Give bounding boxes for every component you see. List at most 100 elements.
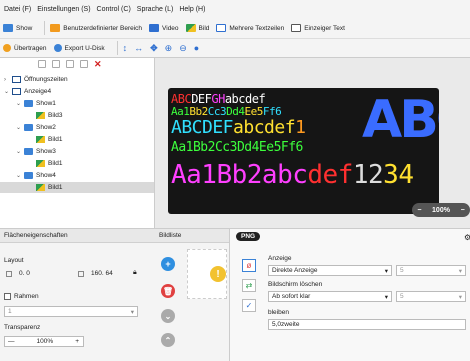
tree-item-show3[interactable]: ⌄ Show3 bbox=[16, 146, 56, 157]
collapse-icon[interactable]: ⌄ bbox=[16, 148, 24, 155]
led-screen[interactable]: ABCDEFGHabcdef Aa1Bb2Cc3Dd4Ee5Ff6 ABCDEF… bbox=[168, 88, 439, 214]
led-big-abc: ABC bbox=[362, 90, 439, 150]
move-icon[interactable]: ✥ bbox=[150, 43, 158, 54]
zoom-in-icon[interactable]: ⊕ bbox=[165, 43, 173, 54]
chevron-down-icon: ▾ bbox=[458, 267, 462, 275]
image-icon bbox=[36, 184, 45, 191]
expand-icon[interactable]: › bbox=[4, 77, 12, 83]
settings-icon[interactable]: ● bbox=[194, 43, 199, 53]
transfer-button[interactable]: Übertragen bbox=[3, 44, 47, 52]
menu-file[interactable]: Datei (F) bbox=[4, 6, 31, 13]
menu-settings[interactable]: Einstellungen (S) bbox=[37, 6, 90, 13]
tree-item-bild3[interactable]: Bild3 bbox=[36, 110, 62, 121]
menu-language[interactable]: Sprache (L) bbox=[137, 6, 174, 13]
tree-item-label: Bild3 bbox=[48, 112, 63, 119]
image-icon bbox=[36, 160, 45, 167]
tree-item-label: Anzeige4 bbox=[24, 88, 52, 95]
frame-checkbox[interactable] bbox=[4, 293, 11, 300]
frame-label: Rahmen bbox=[14, 293, 39, 300]
tree-item-label: Bild1 bbox=[48, 136, 63, 143]
speed-value: 5 bbox=[400, 293, 404, 300]
video-button[interactable]: Video bbox=[149, 24, 179, 32]
menu-help[interactable]: Help (H) bbox=[179, 6, 205, 13]
program-tree: ✕ › Öffnungszeiten ⌄ Anzeige4 ⌄ Show1 Bi… bbox=[0, 58, 155, 228]
anzeige-speed-dropdown[interactable]: 5 ▾ bbox=[396, 265, 466, 276]
collapse-icon[interactable]: ⌄ bbox=[16, 124, 24, 131]
menu-control[interactable]: Control (C) bbox=[97, 6, 131, 13]
size-field[interactable]: 160. 64 bbox=[88, 268, 128, 279]
settings-gear-icon[interactable]: ⚙ bbox=[464, 233, 470, 242]
image-icon bbox=[36, 112, 45, 119]
tree-item-label: Show1 bbox=[36, 100, 56, 107]
show-button[interactable]: Show bbox=[3, 24, 32, 32]
transparency-value: 100% bbox=[36, 338, 54, 345]
tree-item-show4[interactable]: ⌄ Show4 bbox=[16, 170, 56, 181]
copy-icon[interactable] bbox=[38, 60, 46, 68]
export-icon bbox=[53, 44, 62, 52]
clear-speed-dropdown[interactable]: 5 ▾ bbox=[396, 291, 466, 302]
transfer-label: Übertragen bbox=[14, 44, 47, 52]
tree-toolbar: ✕ bbox=[0, 58, 154, 70]
position-field[interactable]: 0. 0 bbox=[16, 268, 74, 279]
delete-image-button[interactable]: 🗑︎ bbox=[161, 284, 175, 298]
collapse-icon[interactable]: ⌄ bbox=[16, 172, 24, 179]
warning-icon: ! bbox=[210, 266, 226, 282]
delete-icon[interactable]: ✕ bbox=[94, 59, 102, 70]
image-slot[interactable]: ! bbox=[187, 249, 227, 299]
custom-area-button[interactable]: Benutzerdefinierter Bereich bbox=[50, 24, 142, 32]
move-down-icon[interactable] bbox=[80, 60, 88, 68]
layout-label: Layout bbox=[4, 257, 24, 264]
tree-item-label: Bild1 bbox=[48, 160, 63, 167]
check-all-icon[interactable]: ✓ bbox=[242, 299, 256, 312]
zoom-out-button[interactable]: − bbox=[417, 207, 421, 214]
tree-item-label: Show4 bbox=[36, 172, 56, 179]
tree-item-bild1[interactable]: Bild1 bbox=[36, 134, 62, 145]
plus-button[interactable]: + bbox=[75, 338, 79, 345]
area-properties-panel: Flächeneigenschaften Layout 0. 0 160. 64… bbox=[0, 228, 155, 361]
multi-text-button[interactable]: Mehrere Textzeilen bbox=[216, 24, 284, 32]
show-icon bbox=[24, 124, 33, 131]
anzeige-label: Anzeige bbox=[268, 255, 292, 262]
tree-item-show1[interactable]: ⌄ Show1 bbox=[16, 98, 56, 109]
bleiben-input[interactable]: 5,0zweite bbox=[268, 319, 466, 330]
shuffle-icon[interactable]: ⇄ bbox=[242, 279, 256, 292]
paste-icon[interactable] bbox=[52, 60, 60, 68]
lock-icon[interactable]: 🔒︎ bbox=[133, 269, 137, 277]
anzeige-dropdown[interactable]: Direkte Anzeige ▾ bbox=[268, 265, 392, 276]
move-down-button[interactable]: ⌄ bbox=[161, 309, 175, 323]
export-button[interactable]: Export U-Disk bbox=[53, 44, 105, 52]
custom-area-label: Benutzerdefinierter Bereich bbox=[63, 24, 143, 32]
bleiben-label: bleiben bbox=[268, 309, 289, 316]
zoom-out-icon[interactable]: ⊖ bbox=[179, 43, 187, 54]
single-text-icon bbox=[291, 24, 302, 32]
move-up-icon[interactable] bbox=[66, 60, 74, 68]
clear-screen-dropdown[interactable]: Ab sofort klar ▾ bbox=[268, 291, 392, 302]
tree-item-label: Bild1 bbox=[48, 184, 63, 191]
single-text-label: Einzeiger Text bbox=[304, 24, 345, 32]
align-horizontal-icon[interactable]: ↔ bbox=[134, 43, 143, 53]
tree-item-show2[interactable]: ⌄ Show2 bbox=[16, 122, 56, 133]
multiline-text-icon bbox=[216, 24, 227, 32]
show-icon bbox=[24, 100, 33, 107]
tree-item-bild1[interactable]: Bild1 bbox=[36, 158, 62, 169]
collapse-icon[interactable]: ⌄ bbox=[16, 100, 24, 107]
minus-button[interactable]: — bbox=[8, 338, 15, 345]
transfer-icon bbox=[3, 44, 11, 52]
collapse-icon[interactable]: ⌄ bbox=[4, 88, 12, 95]
chevron-down-icon: ▾ bbox=[384, 293, 388, 301]
zoom-control[interactable]: − 100% − bbox=[412, 203, 470, 217]
move-up-button[interactable]: ⌃ bbox=[161, 333, 175, 347]
tree-item-oeffnungszeiten[interactable]: › Öffnungszeiten bbox=[4, 74, 68, 85]
tree-item-bild1-selected[interactable]: Bild1 bbox=[0, 182, 154, 193]
show-label: Show bbox=[16, 24, 33, 32]
single-text-button[interactable]: Einzeiger Text bbox=[291, 24, 345, 32]
zoom-in-button[interactable]: − bbox=[461, 207, 465, 214]
align-vertical-icon[interactable]: ↕ bbox=[123, 43, 128, 53]
no-effect-icon[interactable]: ø bbox=[242, 259, 256, 272]
tree-item-anzeige4[interactable]: ⌄ Anzeige4 bbox=[4, 86, 51, 97]
bild-button[interactable]: Bild bbox=[185, 24, 209, 32]
led-line-3: ABCDEFabcdef1 bbox=[171, 117, 306, 138]
add-image-button[interactable]: + bbox=[161, 257, 175, 271]
transparency-stepper[interactable]: — 100% + bbox=[4, 336, 84, 347]
frame-dropdown[interactable]: 1 ▾ bbox=[4, 306, 138, 317]
